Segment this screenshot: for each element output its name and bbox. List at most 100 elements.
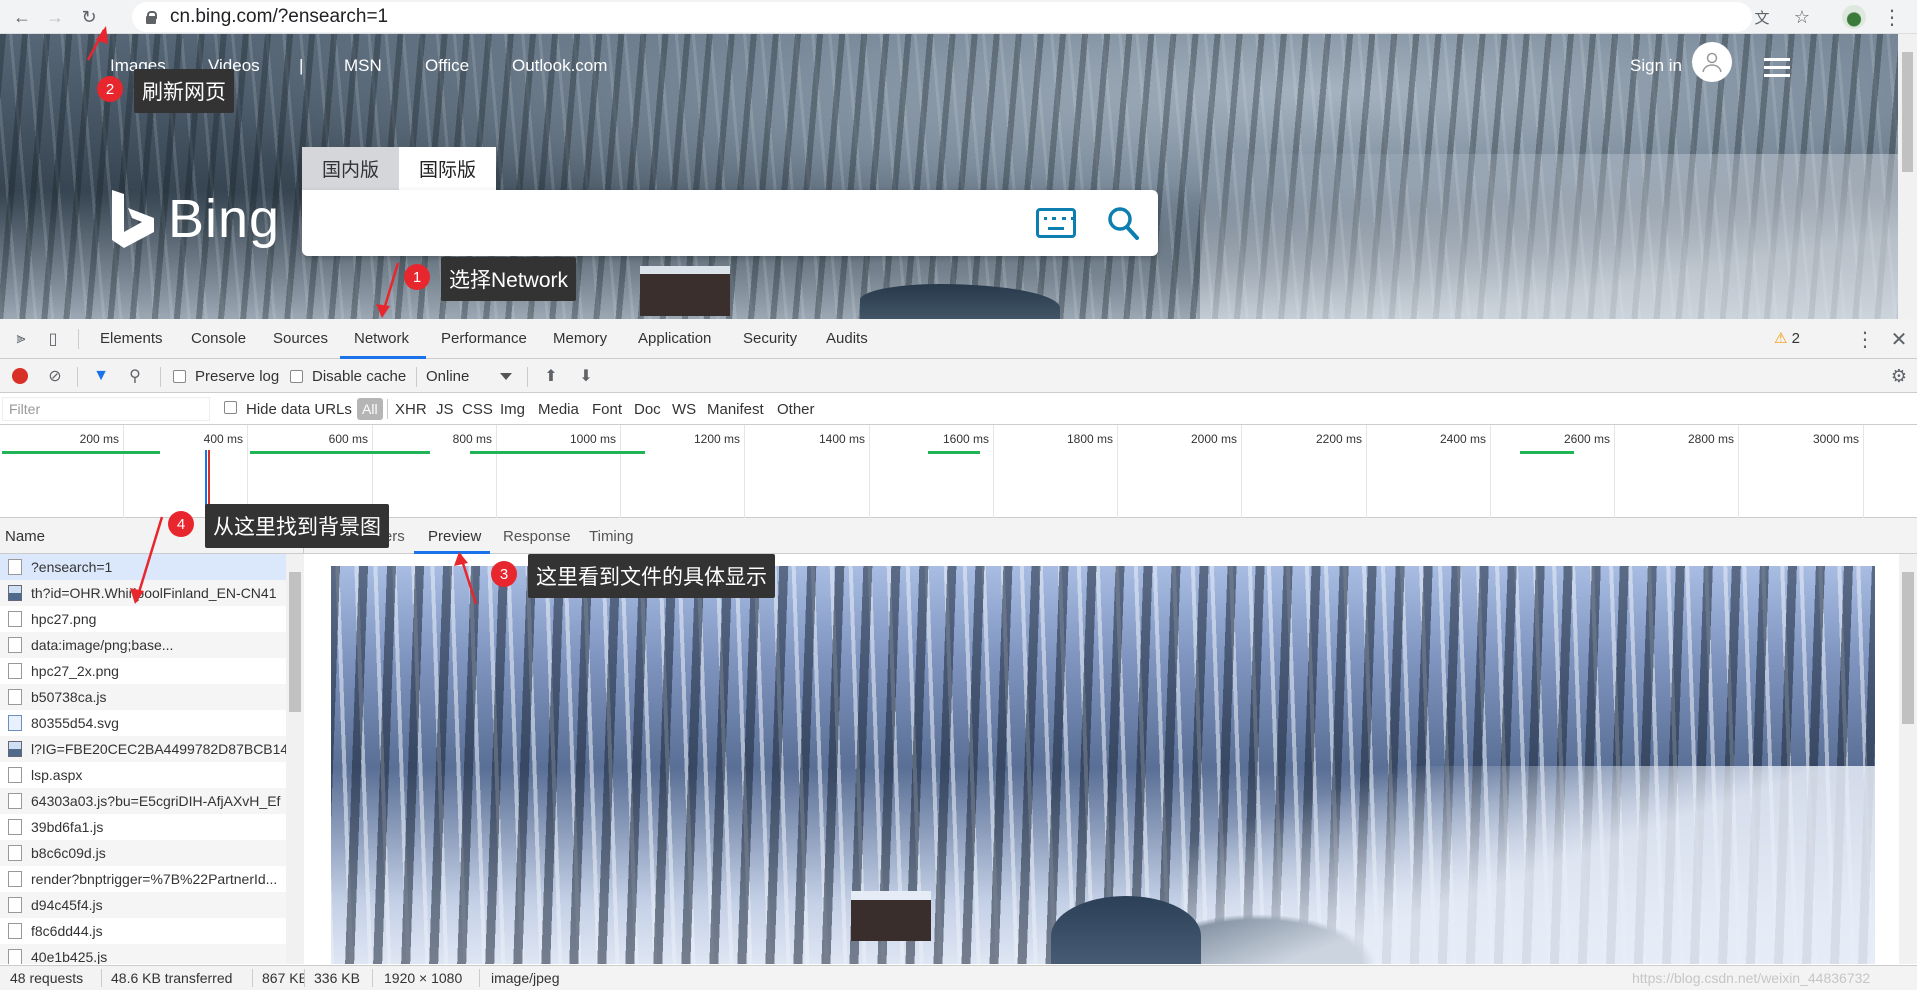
timeline-gridline (1117, 425, 1118, 518)
request-row[interactable]: th?id=OHR.WhirlpoolFinland_EN-CN41 (0, 580, 303, 606)
tab-security[interactable]: Security (743, 330, 797, 347)
request-row[interactable]: 80355d54.svg (0, 710, 303, 736)
tab-preview[interactable]: Preview (428, 528, 481, 545)
request-name: 64303a03.js?bu=E5cgriDIH-AfjAXvH_Ef (31, 793, 281, 809)
tab-application[interactable]: Application (638, 330, 711, 347)
filter-js[interactable]: JS (436, 401, 454, 418)
filter-input[interactable]: Filter (2, 397, 210, 421)
request-row[interactable]: l?IG=FBE20CEC2BA4499782D87BCB14... (0, 736, 303, 762)
timeline-label: 600 ms (328, 432, 368, 446)
request-row[interactable]: hpc27_2x.png (0, 658, 303, 684)
annotation-badge: 2 (97, 76, 123, 102)
star-icon[interactable]: ☆ (1790, 5, 1814, 29)
reload-icon[interactable]: ↻ (76, 5, 102, 29)
request-row[interactable]: lsp.aspx (0, 762, 303, 788)
forward-icon[interactable]: → (42, 5, 68, 29)
settings-gear-icon[interactable]: ⚙ (1888, 365, 1910, 387)
user-avatar-icon[interactable] (1692, 42, 1732, 82)
request-row[interactable]: d94c45f4.js (0, 892, 303, 918)
file-icon (8, 559, 22, 575)
device-toolbar-icon[interactable]: ▯ (42, 328, 64, 350)
filter-xhr[interactable]: XHR (395, 401, 427, 418)
translate-icon[interactable]: 文 (1750, 5, 1774, 29)
tab-response[interactable]: Response (503, 528, 571, 545)
image-mime-type: image/jpeg (491, 970, 560, 986)
tab-audits[interactable]: Audits (826, 330, 868, 347)
request-list: ?ensearch=1 th?id=OHR.WhirlpoolFinland_EN… (0, 554, 304, 964)
request-list-scrollbar[interactable] (286, 554, 304, 964)
request-row[interactable]: 64303a03.js?bu=E5cgriDIH-AfjAXvH_Ef (0, 788, 303, 814)
search-icon[interactable]: ⚲ (124, 365, 146, 387)
filter-img[interactable]: Img (500, 401, 525, 418)
request-row[interactable]: b50738ca.js (0, 684, 303, 710)
tab-performance[interactable]: Performance (441, 330, 527, 347)
back-icon[interactable]: ← (9, 5, 35, 29)
tab-timing[interactable]: Timing (589, 528, 633, 545)
disable-cache-checkbox[interactable] (290, 370, 303, 383)
request-row[interactable]: 40e1b425.js (0, 944, 303, 964)
request-row[interactable]: b8c6c09d.js (0, 840, 303, 866)
filter-manifest[interactable]: Manifest (707, 401, 764, 418)
tab-domestic[interactable]: 国内版 (302, 147, 400, 190)
request-name: 39bd6fa1.js (31, 819, 104, 835)
menu-dots-icon[interactable]: ⋮ (1880, 5, 1904, 29)
filter-ws[interactable]: WS (672, 401, 696, 418)
annotation-badge: 4 (168, 511, 194, 537)
export-har-icon[interactable]: ⬇ (575, 365, 597, 387)
record-icon[interactable] (12, 368, 28, 384)
file-icon (8, 689, 22, 705)
bing-logo[interactable]: Bing (110, 188, 280, 250)
timeline-label: 1200 ms (693, 432, 740, 446)
devtools-menu-icon[interactable]: ⋮ (1854, 328, 1876, 351)
nav-msn[interactable]: MSN (344, 56, 382, 76)
filter-icon[interactable]: ▼ (90, 365, 112, 387)
filter-font[interactable]: Font (592, 401, 622, 418)
sign-in-link[interactable]: Sign in (1630, 56, 1682, 76)
keyboard-icon[interactable] (1036, 208, 1076, 238)
timeline-label: 200 ms (79, 432, 119, 446)
timeline-gridline (620, 425, 621, 518)
search-icon[interactable] (1107, 206, 1139, 240)
preserve-log-checkbox[interactable] (173, 370, 186, 383)
tab-elements[interactable]: Elements (100, 330, 163, 347)
request-row[interactable]: ?ensearch=1 (0, 554, 303, 580)
preview-scrollbar[interactable] (1899, 554, 1917, 964)
hide-data-urls-label: Hide data URLs (246, 401, 352, 418)
import-har-icon[interactable]: ⬆ (540, 365, 562, 387)
timeline-gridline (1614, 425, 1615, 518)
request-row[interactable]: render?bnptrigger=%7B%22PartnerId... (0, 866, 303, 892)
filter-other[interactable]: Other (777, 401, 815, 418)
clear-icon[interactable]: ⊘ (44, 365, 66, 387)
devtools-panel: ⫸ ▯ Elements Console Sources Network Per… (0, 319, 1917, 990)
profile-icon[interactable] (1842, 5, 1866, 29)
request-name: lsp.aspx (31, 767, 83, 783)
tab-international[interactable]: 国际版 (399, 147, 497, 190)
tab-network[interactable]: Network (354, 330, 409, 347)
tab-sources[interactable]: Sources (273, 330, 328, 347)
timeline-gridline (1366, 425, 1367, 518)
filter-media[interactable]: Media (538, 401, 579, 418)
nav-outlook[interactable]: Outlook.com (512, 56, 607, 76)
tab-memory[interactable]: Memory (553, 330, 607, 347)
close-icon[interactable]: ✕ (1888, 328, 1910, 351)
hide-data-urls-checkbox[interactable] (224, 401, 237, 414)
throttle-select[interactable]: Online (426, 368, 469, 385)
page-scrollbar[interactable] (1898, 34, 1917, 319)
tab-console[interactable]: Console (191, 330, 246, 347)
request-row[interactable]: 39bd6fa1.js (0, 814, 303, 840)
request-row[interactable]: hpc27.png (0, 606, 303, 632)
nav-office[interactable]: Office (425, 56, 469, 76)
request-row[interactable]: f8c6dd44.js (0, 918, 303, 944)
address-bar[interactable]: cn.bing.com/?ensearch=1 (132, 2, 1752, 32)
filter-doc[interactable]: Doc (634, 401, 661, 418)
request-name: th?id=OHR.WhirlpoolFinland_EN-CN41 (31, 585, 277, 601)
inspect-element-icon[interactable]: ⫸ (10, 328, 32, 350)
filter-css[interactable]: CSS (462, 401, 493, 418)
chevron-down-icon[interactable] (500, 373, 512, 380)
warning-count[interactable]: ⚠ 2 (1774, 329, 1800, 347)
search-input[interactable] (302, 190, 1158, 256)
filter-all[interactable]: All (357, 398, 383, 420)
file-icon (8, 897, 22, 913)
request-row[interactable]: data:image/png;base... (0, 632, 303, 658)
hamburger-menu-icon[interactable] (1764, 58, 1790, 77)
